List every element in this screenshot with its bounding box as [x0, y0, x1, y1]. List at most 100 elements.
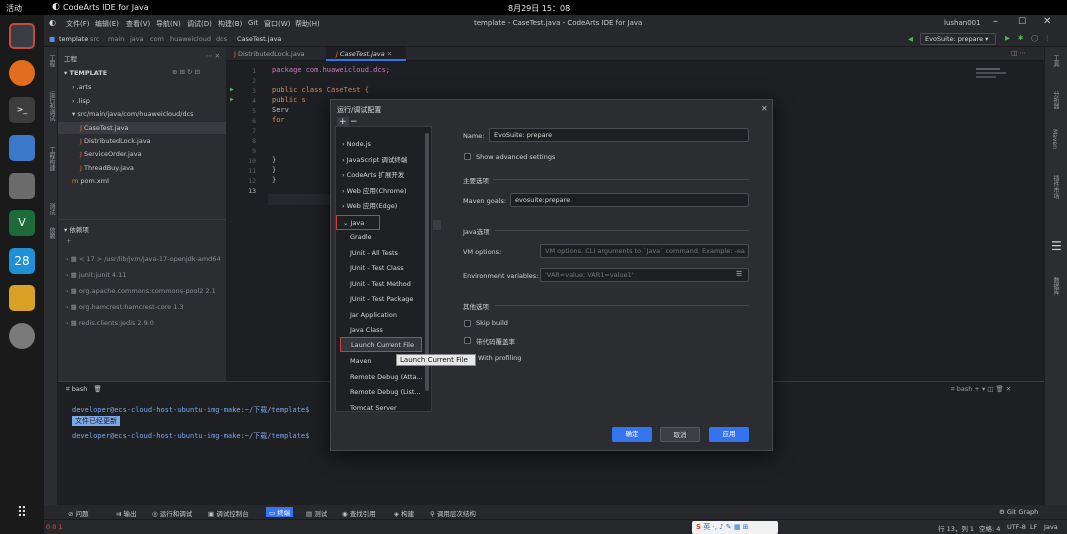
dep-item[interactable]: › ▦ redis.clients:jedis 2.9.0: [66, 319, 154, 327]
ime-toolbar[interactable]: S 英 ·, ♪ ✎ ▦ ⊞: [692, 521, 778, 534]
minimap[interactable]: [976, 65, 1012, 83]
terminal-tab[interactable]: ⌗ bash 🗑: [66, 385, 102, 394]
list-item-java[interactable]: ⌄ Java: [336, 215, 380, 230]
breadcrumb-item[interactable]: CaseTest.java: [237, 35, 281, 43]
tool-project[interactable]: 工程: [47, 55, 56, 67]
more-icon[interactable]: ⋮: [1044, 34, 1051, 42]
coverage-checkbox[interactable]: [464, 337, 471, 344]
advanced-checkbox[interactable]: [464, 153, 471, 160]
menu-help[interactable]: 帮助(H): [295, 19, 320, 29]
project-root[interactable]: ▾ TEMPLATE: [64, 69, 107, 77]
tool-deps[interactable]: 依赖: [47, 227, 56, 239]
tw-terminal[interactable]: ▭ 终端: [266, 507, 294, 517]
splitter-handle[interactable]: [433, 220, 441, 230]
run-icon[interactable]: ▶: [1005, 34, 1010, 42]
menu-view[interactable]: 查看(V): [126, 19, 150, 29]
apply-button[interactable]: 应用: [709, 427, 749, 442]
tool-database[interactable]: 数据库: [1051, 277, 1060, 295]
tool-analyzer[interactable]: 分析器: [1051, 91, 1060, 109]
app-grid-icon[interactable]: ⠿: [9, 500, 35, 526]
files-icon[interactable]: [9, 173, 35, 199]
tool-test[interactable]: 测试: [47, 203, 56, 215]
split-editor-icon[interactable]: ◫ ⋯: [1011, 49, 1026, 57]
tab-distributedlock[interactable]: J DistributedLock.java: [234, 50, 305, 58]
run-gutter-icon[interactable]: ▶: [230, 96, 234, 103]
breadcrumb-item[interactable]: java: [130, 35, 144, 43]
tree-item-file[interactable]: m pom.xml: [72, 177, 109, 185]
list-item-launch-current-file[interactable]: Launch Current File: [340, 337, 422, 352]
debug-icon[interactable]: ✱: [1018, 34, 1023, 42]
dep-item[interactable]: › ▦ org.hamcrest:hamcrest-core 1.3: [66, 303, 184, 311]
tree-item-file[interactable]: J CaseTest.java: [80, 124, 128, 132]
activities-button[interactable]: 活动: [6, 3, 22, 14]
dep-item[interactable]: › ▦ junit:junit 4.11: [66, 271, 126, 279]
menu-edit[interactable]: 编辑(E): [95, 19, 119, 29]
list-item[interactable]: JUnit - Test Method: [336, 277, 431, 292]
project-actions-icon[interactable]: ⊕ ⊞ ↻ ⊟: [172, 68, 200, 76]
codearts-icon[interactable]: [9, 23, 35, 49]
menu-file[interactable]: 文件(F): [66, 19, 90, 29]
ok-button[interactable]: 确定: [612, 427, 652, 442]
tw-problems[interactable]: ⊘ 问题: [68, 508, 89, 518]
line-ending[interactable]: LF: [1030, 523, 1037, 531]
list-item[interactable]: › Node.js: [336, 137, 431, 152]
breadcrumb-item[interactable]: dcs: [216, 35, 227, 43]
list-scrollbar[interactable]: [425, 133, 429, 391]
tw-debug-console[interactable]: ▣ 调试控制台: [208, 508, 249, 518]
tw-references[interactable]: ◉ 查找引用: [342, 508, 376, 518]
dep-item[interactable]: › ▦ < 17 > /usr/lib/jvm/java-17-openjdk-…: [66, 255, 221, 263]
deps-add-icon[interactable]: +: [66, 237, 71, 245]
cursor-position[interactable]: 行 13，列 1: [938, 523, 974, 533]
menu-icon[interactable]: ☰: [1051, 239, 1062, 253]
breadcrumb-item[interactable]: template: [59, 35, 88, 43]
vim-icon[interactable]: V: [9, 210, 35, 236]
menu-build[interactable]: 构建(B): [218, 19, 242, 29]
terminal-icon[interactable]: >_: [9, 97, 35, 123]
maximize-icon[interactable]: ☐: [1018, 17, 1026, 27]
problems-count[interactable]: 0 0 1: [46, 523, 63, 531]
menu-debug[interactable]: 调试(D): [187, 19, 212, 29]
skip-build-checkbox[interactable]: [464, 320, 471, 327]
env-vars-input[interactable]: 'VAR=value; VAR1=value1': [540, 268, 749, 282]
list-item[interactable]: Remote Debug (Atta...: [336, 370, 431, 385]
calendar-icon[interactable]: 28: [9, 248, 35, 274]
tw-build[interactable]: ◈ 构建: [394, 508, 414, 518]
tool-run-debug[interactable]: 运行和调试: [47, 91, 56, 121]
cancel-button[interactable]: 取消: [660, 427, 700, 442]
tree-item-file[interactable]: J DistributedLock.java: [80, 137, 151, 145]
list-item[interactable]: Remote Debug (List...: [336, 385, 431, 400]
menu-window[interactable]: 窗口(W): [264, 19, 290, 29]
list-item[interactable]: › Web 应用(Chrome): [336, 184, 431, 199]
tw-output[interactable]: ⇉ 输出: [116, 508, 137, 518]
list-item[interactable]: Java Class: [336, 323, 431, 338]
tool-maven[interactable]: Maven: [1051, 129, 1058, 149]
tree-item-file[interactable]: J ThreadBuy.java: [80, 164, 134, 172]
language-mode[interactable]: Java: [1044, 523, 1058, 531]
breadcrumb-item[interactable]: com: [150, 35, 164, 43]
clock[interactable]: 8月29日 15：08: [508, 3, 570, 14]
collapse-icon[interactable]: ⋯ ✕: [206, 52, 220, 60]
list-item[interactable]: JUnit - All Tests: [336, 246, 431, 261]
tool-tools[interactable]: 工具: [1051, 55, 1060, 67]
list-item[interactable]: JUnit - Test Class: [336, 261, 431, 276]
tree-item[interactable]: ▾ src/main/java/com/huaweicloud/dcs: [72, 110, 194, 118]
deps-title[interactable]: ▾ 依赖项: [64, 224, 89, 234]
tw-call-hierarchy[interactable]: ⚲ 调用层次结构: [430, 508, 476, 518]
name-input[interactable]: EvoSuite: prepare: [489, 128, 749, 142]
settings-icon[interactable]: [9, 323, 35, 349]
tool-build[interactable]: 工程构建: [47, 147, 56, 171]
app-name[interactable]: CodeArts IDE for Java: [63, 3, 149, 12]
indent-spaces[interactable]: 空格: 4: [979, 523, 1000, 533]
run-gutter-icon[interactable]: ▶: [230, 86, 234, 93]
list-item[interactable]: › Web 应用(Edge): [336, 199, 431, 214]
breadcrumb-item[interactable]: huaweicloud: [170, 35, 211, 43]
breadcrumb-item[interactable]: main: [108, 35, 124, 43]
list-item[interactable]: › JavaScript 调试终端: [336, 153, 431, 168]
text-editor-icon[interactable]: [9, 135, 35, 161]
minimize-icon[interactable]: –: [993, 16, 998, 27]
tool-plugins[interactable]: 插件市场: [1051, 175, 1060, 199]
close-icon[interactable]: ✕: [1043, 16, 1051, 27]
menu-navigate[interactable]: 导航(N): [156, 19, 181, 29]
terminal-right-tab[interactable]: ⌗ bash + ▾ ◫ 🗑 ✕: [951, 385, 1011, 394]
user-name[interactable]: lushan001: [944, 19, 981, 27]
